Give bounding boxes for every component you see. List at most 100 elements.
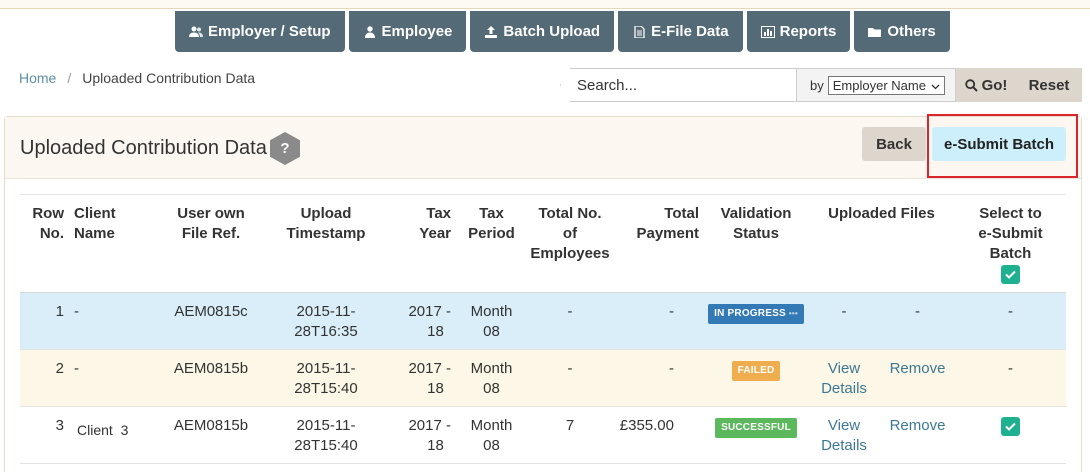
cell-timestamp: 2015-11-28T15:40 [294,417,358,454]
cell-employees: - [567,303,573,320]
breadcrumb: Home / Uploaded Contribution Data [19,70,255,86]
cell-timestamp: 2015-11-28T15:40 [294,360,358,397]
status-badge: FAILED [731,361,781,381]
cell-remove: Remove [880,407,955,464]
main-nav: Employer / Setup Employee Batch Upload E… [175,11,954,52]
row-select-checkbox[interactable] [1001,416,1020,436]
cell-select [955,407,1066,464]
cell-view: - [841,303,847,320]
users-icon [189,26,203,38]
col-client-name: Client Name [74,205,116,242]
cell-client: Client 3 [77,422,129,438]
status-badge: IN PROGRESS ••• [708,304,804,324]
cell-file-ref: AEM0815c [174,303,248,320]
cell-view: View Details [808,407,880,464]
nav-employer-setup[interactable]: Employer / Setup [175,11,345,52]
search-by-select[interactable]: Employer Name [827,75,945,95]
cell-tax-period: Month 08 [470,360,513,397]
nav-label: E-File Data [651,23,729,40]
cell-status: SUCCESSFUL [704,407,808,464]
cell-row-no: 3 [55,417,64,434]
cell-tax-year: 2017 -18 [408,360,451,397]
nav-others[interactable]: Others [854,11,950,52]
nav-employee[interactable]: Employee [348,11,467,52]
table-row[interactable]: 2 - AEM0815b 2015-11-28T15:40 2017 -18 M… [20,349,1066,407]
breadcrumb-home-link[interactable]: Home [19,70,56,86]
cell-status: IN PROGRESS ••• [704,293,808,350]
cell-tax-year: 2017 -18 [408,303,451,340]
search-field-wrapper [560,68,796,102]
col-employees: Total No. of Employees [530,205,610,262]
col-tax-period: Tax Period [468,205,515,242]
chevron-down-icon [931,78,940,93]
cell-row-no: 2 [55,360,64,377]
nav-label: Employer / Setup [208,23,331,40]
col-validation-status: Validation Status [720,205,792,242]
col-payment: Total Payment [636,205,699,242]
cell-select: - [1008,360,1013,377]
search-by-label: by [810,77,824,93]
search-input[interactable] [577,76,796,94]
contribution-table: Row No. Client Name User own File Ref. Uplo… [20,194,1066,464]
cell-payment: £355.00 [619,417,674,434]
reset-button[interactable]: Reset [1016,68,1082,102]
top-strip [0,0,1090,9]
spinner-icon: ••• [788,309,798,318]
cell-client: - [74,303,79,320]
col-file-ref: User own File Ref. [177,205,245,242]
nav-efile-data[interactable]: E-File Data [618,11,743,52]
col-select: Select to e-Submit Batch [955,195,1066,293]
cell-payment: - [669,303,674,320]
cell-row-no: 1 [55,303,64,320]
panel-header: Uploaded Contribution Data ? Back e-Subm… [5,114,1081,179]
remove-link[interactable]: Remove [890,417,946,434]
cell-client: - [74,360,79,377]
cell-tax-period: Month 08 [470,303,513,340]
nav-label: Reports [779,23,837,40]
cell-remove: - [915,303,920,320]
remove-link[interactable]: Remove [890,360,946,377]
cell-tax-year: 2017 -18 [408,417,451,454]
nav-label: Others [887,23,936,40]
status-badge: SUCCESSFUL [715,418,797,438]
cell-view: View Details [808,350,880,407]
esubmit-batch-button[interactable]: e-Submit Batch [932,127,1066,161]
file-icon [632,25,646,38]
col-row-no: Row No. [32,205,64,242]
cell-remove: Remove [880,350,955,407]
go-label: Go! [981,76,1008,94]
uploaded-data-panel: Uploaded Contribution Data ? Back e-Subm… [4,114,1082,472]
bar-chart-icon [760,25,775,38]
cell-file-ref: AEM0815b [173,417,249,434]
search-icon [964,78,978,92]
nav-label: Employee [381,23,453,40]
col-timestamp: Upload Timestamp [286,205,366,242]
search-bar: by Employer Name Go! Reset [560,68,1082,102]
upload-icon [484,25,498,38]
table-row[interactable]: 1 - AEM0815c 2015-11-28T16:35 2017 -18 M… [20,292,1066,350]
cell-employees: - [567,360,573,377]
go-button[interactable]: Go! [956,68,1016,102]
breadcrumb-current: Uploaded Contribution Data [82,70,256,86]
folder-icon [868,26,882,38]
cell-payment: - [669,360,674,377]
select-all-checkbox[interactable] [1001,264,1020,284]
nav-batch-upload[interactable]: Batch Upload [470,11,615,52]
view-details-link[interactable]: View Details [808,416,880,456]
table-header-row: Row No. Client Name User own File Ref. Uplo… [20,194,1066,293]
help-icon[interactable]: ? [270,132,300,165]
col-tax-year: Tax Year [419,205,451,242]
cell-employees: 7 [565,417,575,434]
table-row[interactable]: 3 Client 3 AEM0815b 2015-11-28T15:40 201… [20,406,1066,464]
nav-reports[interactable]: Reports [746,11,851,52]
view-details-link[interactable]: View Details [808,359,880,399]
nav-label: Batch Upload [503,23,601,40]
col-uploaded-files: Uploaded Files [828,205,935,222]
back-button[interactable]: Back [862,127,926,161]
cell-status: FAILED [704,350,808,407]
search-by-box: by Employer Name [796,68,956,102]
cell-select: - [1008,303,1013,320]
cell-file-ref: AEM0815b [173,360,249,377]
user-icon [363,25,377,38]
cell-timestamp: 2015-11-28T16:35 [294,303,358,340]
